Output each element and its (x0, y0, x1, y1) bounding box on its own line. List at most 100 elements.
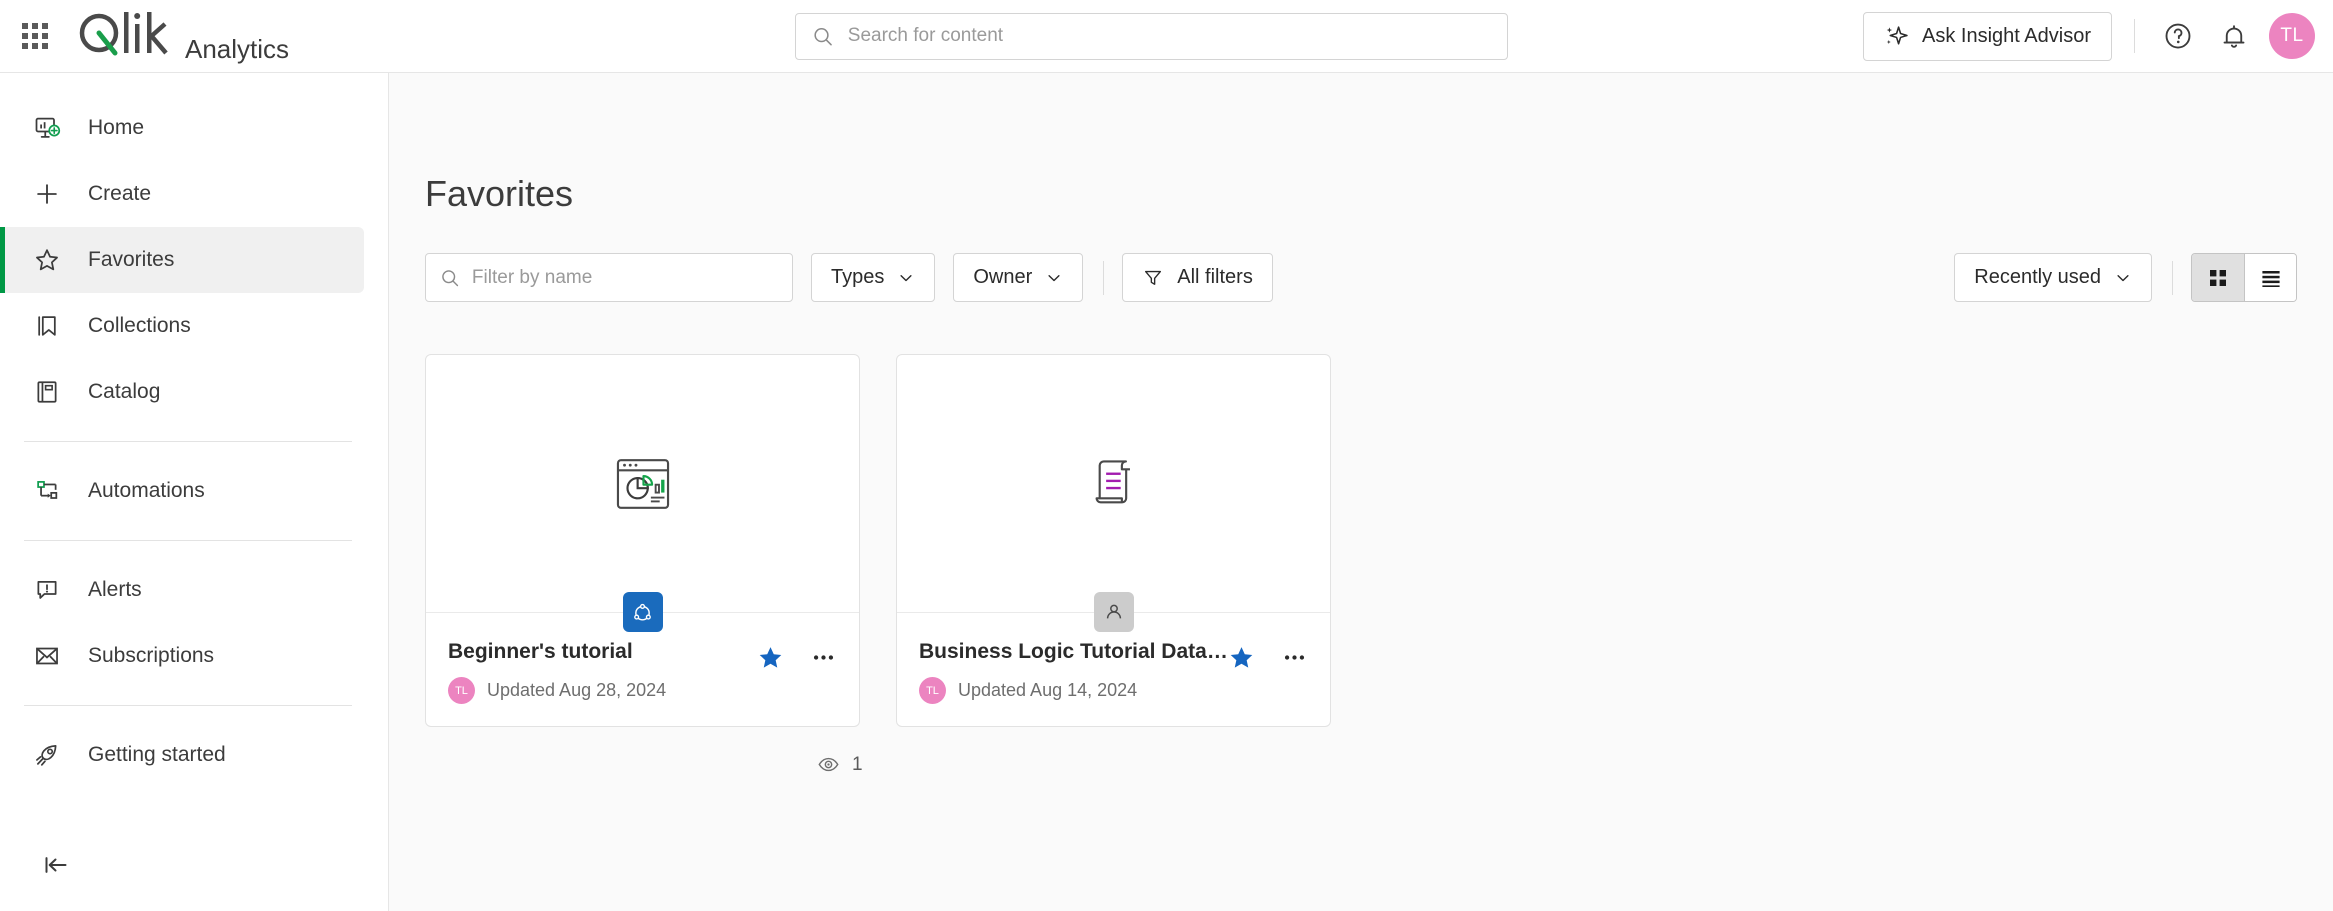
ask-insight-advisor-button[interactable]: Ask Insight Advisor (1863, 11, 2112, 61)
eye-icon (818, 757, 839, 772)
avatar-initials: TL (2280, 25, 2304, 46)
owner-initials: TL (455, 684, 468, 697)
favorite-star-button[interactable] (1228, 644, 1255, 671)
help-circle-icon[interactable] (2157, 15, 2199, 57)
star-filled-icon (759, 647, 782, 668)
types-filter-label: Types (831, 266, 885, 288)
sidebar-item-create[interactable]: Create (0, 161, 364, 227)
owner-filter-dropdown[interactable]: Owner (953, 253, 1084, 302)
grid-view-icon (2210, 269, 2226, 286)
view-count-indicator: 1 (817, 753, 863, 776)
search-icon (442, 269, 459, 286)
sidebar-item-label: Catalog (88, 380, 161, 403)
sort-label: Recently used (1974, 266, 2101, 288)
card-type-badge (1093, 592, 1134, 632)
sidebar-divider (24, 705, 352, 706)
all-filters-button[interactable]: All filters (1122, 253, 1273, 302)
favorite-star-button[interactable] (757, 644, 784, 671)
more-options-icon (813, 655, 834, 660)
card-actions (1228, 640, 1308, 671)
toolbar-divider (2172, 260, 2173, 295)
view-mode-toggle (2191, 253, 2297, 302)
qlik-logo-mark (79, 11, 168, 55)
sidebar-divider (24, 540, 352, 541)
sidebar-item-subscriptions[interactable]: Subscriptions (0, 623, 364, 689)
qlik-logo (75, 8, 171, 65)
sort-dropdown[interactable]: Recently used (1954, 253, 2152, 302)
alert-bubble-icon (32, 575, 62, 605)
sparkle-icon (1886, 25, 1908, 45)
sidebar-item-favorites[interactable]: Favorites (0, 227, 364, 293)
header-divider (2134, 19, 2135, 53)
funnel-icon (1145, 270, 1162, 285)
owner-initials: TL (926, 684, 939, 697)
page-title: Favorites (425, 173, 574, 214)
bell-icon[interactable] (2213, 15, 2255, 57)
list-view-button[interactable] (2244, 254, 2296, 301)
app-name-label: Analytics (185, 33, 290, 64)
sidebar-divider (24, 441, 352, 442)
chevron-down-icon (900, 274, 912, 281)
more-options-icon (1284, 655, 1305, 660)
owner-avatar: TL (919, 677, 946, 704)
bookmark-icon (32, 311, 62, 341)
automation-flow-icon (32, 476, 62, 506)
sidebar-item-label: Favorites (88, 248, 175, 271)
sidebar-item-collections[interactable]: Collections (0, 293, 364, 359)
card-thumbnail (897, 355, 1330, 632)
book-icon (32, 377, 62, 407)
filter-input[interactable] (471, 266, 778, 289)
sidebar-navigation: Home Create Favorites Collections Catalo… (0, 73, 389, 911)
owner-avatar: TL (448, 677, 475, 704)
card-updated-label: Updated Aug 28, 2024 (487, 680, 667, 700)
brand[interactable]: Analytics (75, 8, 289, 65)
card-title: Business Logic Tutorial Data Prep (919, 640, 1228, 663)
grid-view-button[interactable] (2192, 254, 2244, 301)
sidebar-item-automations[interactable]: Automations (0, 458, 364, 524)
user-avatar[interactable]: TL (2269, 13, 2315, 59)
sidebar-item-getting-started[interactable]: Getting started (0, 722, 364, 788)
search-input[interactable] (847, 25, 1491, 47)
sidebar-item-label: Alerts (88, 578, 142, 601)
envelope-icon (32, 641, 62, 671)
sidebar-item-label: Home (88, 116, 145, 139)
global-search[interactable] (795, 12, 1508, 60)
content-card[interactable]: Beginner's tutorial TL Updated Aug 28, 2… (425, 354, 860, 727)
chevron-down-icon (1048, 274, 1060, 281)
search-icon (814, 27, 832, 45)
types-filter-dropdown[interactable]: Types (811, 253, 936, 302)
plus-icon (32, 179, 62, 209)
card-updated-label: Updated Aug 14, 2024 (958, 680, 1138, 700)
collapse-sidebar-icon[interactable] (36, 845, 76, 885)
sidebar-item-label: Collections (88, 314, 191, 337)
sidebar-item-alerts[interactable]: Alerts (0, 557, 364, 623)
app-body: Home Create Favorites Collections Catalo… (0, 73, 2333, 911)
sidebar-item-catalog[interactable]: Catalog (0, 359, 364, 425)
waffle-menu-icon[interactable] (17, 18, 53, 54)
card-thumbnail (426, 355, 859, 632)
content-card[interactable]: Business Logic Tutorial Data Prep TL Upd… (896, 354, 1331, 727)
card-more-options-button[interactable] (810, 644, 837, 671)
card-more-options-button[interactable] (1281, 644, 1308, 671)
qlik-app-icon (634, 603, 651, 621)
list-view-icon (2261, 270, 2280, 287)
main-content: Favorites Types Owner (389, 73, 2333, 911)
person-icon (1106, 604, 1121, 619)
star-outline-icon (32, 245, 62, 275)
sidebar-item-home[interactable]: Home (0, 95, 364, 161)
content-toolbar: Types Owner All filters Rece (425, 253, 2333, 302)
chevron-down-icon (2117, 274, 2129, 281)
toolbar-divider (1103, 260, 1105, 295)
card-type-badge (622, 592, 663, 632)
view-count-value: 1 (852, 753, 863, 775)
chart-dashboard-icon (616, 458, 669, 509)
home-dashboard-icon (32, 113, 62, 143)
sidebar-item-label: Getting started (88, 743, 226, 766)
card-title: Beginner's tutorial (448, 640, 633, 663)
rocket-icon (32, 740, 62, 770)
sidebar-item-label: Create (88, 182, 152, 205)
sidebar-item-label: Automations (88, 479, 205, 502)
content-card-grid: Beginner's tutorial TL Updated Aug 28, 2… (425, 354, 2333, 727)
filter-by-name-field[interactable] (425, 253, 793, 302)
star-filled-icon (1230, 647, 1253, 668)
